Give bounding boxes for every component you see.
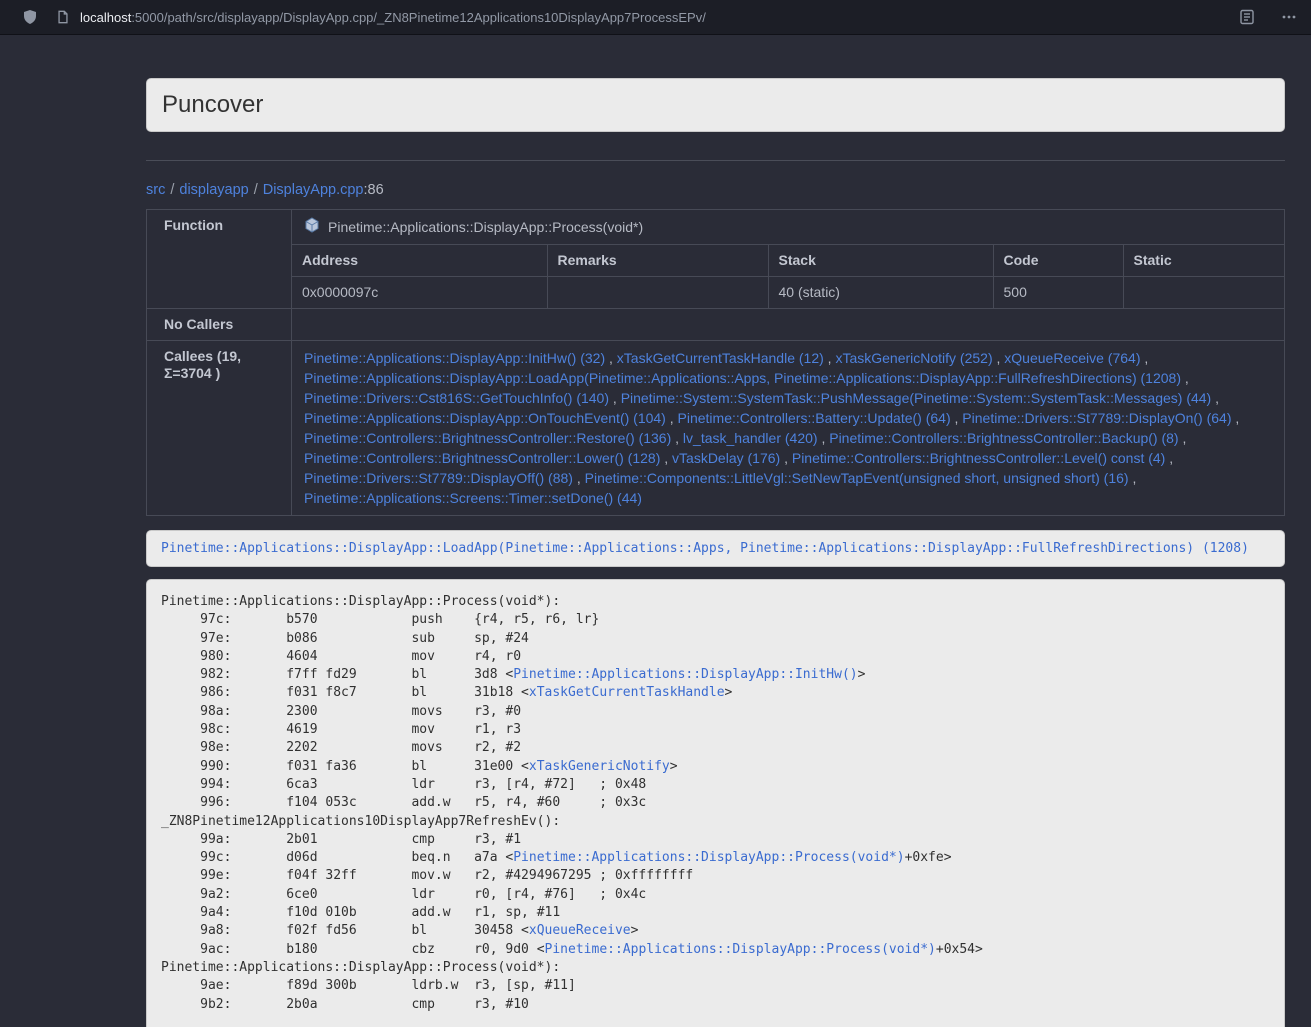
- callee-link[interactable]: Pinetime::Applications::Screens::Timer::…: [304, 490, 642, 506]
- asm-symbol-link[interactable]: xTaskGetCurrentTaskHandle: [529, 685, 725, 700]
- column-header-code: Code: [993, 245, 1123, 277]
- callee-link[interactable]: Pinetime::Components::LittleVgl::SetNewT…: [585, 470, 1129, 486]
- url-path: :5000/path/src/displayapp/DisplayApp.cpp…: [131, 10, 706, 25]
- url-bar[interactable]: localhost:5000/path/src/displayapp/Displ…: [56, 10, 1239, 25]
- breadcrumb-displayapp-link[interactable]: displayapp: [179, 182, 248, 198]
- cell-code: 500: [993, 277, 1123, 309]
- callee-link[interactable]: Pinetime::Drivers::St7789::DisplayOff() …: [304, 470, 573, 486]
- function-stats-table: Address Remarks Stack Code Static 0x0000…: [292, 244, 1284, 308]
- stats-value-row: 0x0000097c 40 (static) 500: [292, 277, 1284, 309]
- highlighted-symbol-link[interactable]: Pinetime::Applications::DisplayApp::Load…: [161, 541, 1249, 556]
- cell-address: 0x0000097c: [292, 277, 547, 309]
- callee-link[interactable]: lv_task_handler (420): [683, 430, 818, 446]
- callee-link[interactable]: Pinetime::Drivers::St7789::DisplayOn() (…: [962, 410, 1231, 426]
- function-symbol-line: Pinetime::Applications::DisplayApp::Proc…: [292, 210, 1284, 244]
- callees-label: Callees (19, Σ=3704 ): [147, 341, 292, 516]
- callee-link[interactable]: vTaskDelay (176): [672, 450, 780, 466]
- highlighted-symbol-panel: Pinetime::Applications::DisplayApp::Load…: [146, 530, 1285, 567]
- callee-link[interactable]: Pinetime::System::SystemTask::PushMessag…: [621, 390, 1212, 406]
- callee-link[interactable]: xTaskGetCurrentTaskHandle (12): [617, 350, 824, 366]
- function-row: Function Pinetime::Applications::Display…: [147, 210, 1285, 309]
- callee-link[interactable]: Pinetime::Applications::DisplayApp::Init…: [304, 350, 605, 366]
- function-symbol: Pinetime::Applications::DisplayApp::Proc…: [328, 219, 643, 236]
- callee-link[interactable]: xTaskGenericNotify (252): [835, 350, 992, 366]
- toolbar-actions: [1239, 9, 1297, 25]
- breadcrumb-separator: /: [170, 182, 174, 198]
- reader-mode-icon[interactable]: [1239, 9, 1255, 25]
- browser-toolbar: localhost:5000/path/src/displayapp/Displ…: [0, 0, 1311, 35]
- asm-symbol-link[interactable]: xQueueReceive: [529, 923, 631, 938]
- function-row-label: Function: [147, 210, 292, 309]
- asm-symbol-link[interactable]: Pinetime::Applications::DisplayApp::Proc…: [513, 850, 904, 865]
- callee-link[interactable]: Pinetime::Controllers::BrightnessControl…: [304, 430, 671, 446]
- stats-header-row: Address Remarks Stack Code Static: [292, 245, 1284, 277]
- callee-link[interactable]: Pinetime::Controllers::BrightnessControl…: [792, 450, 1165, 466]
- url-host: localhost: [80, 10, 131, 25]
- breadcrumb-separator: /: [254, 182, 258, 198]
- breadcrumb-line-number: :86: [363, 182, 383, 198]
- callers-cell: [292, 309, 1285, 341]
- disassembly-panel: Pinetime::Applications::DisplayApp::Proc…: [146, 579, 1285, 1027]
- cell-stack: 40 (static): [768, 277, 993, 309]
- disassembly-code: Pinetime::Applications::DisplayApp::Proc…: [161, 593, 1270, 1014]
- column-header-address: Address: [292, 245, 547, 277]
- callee-link[interactable]: Pinetime::Controllers::Battery::Update()…: [678, 410, 951, 426]
- symbol-table: Function Pinetime::Applications::Display…: [146, 209, 1285, 516]
- callee-link[interactable]: xQueueReceive (764): [1004, 350, 1140, 366]
- callees-row: Callees (19, Σ=3704 ) Pinetime::Applicat…: [147, 341, 1285, 516]
- callee-link[interactable]: Pinetime::Applications::DisplayApp::OnTo…: [304, 410, 666, 426]
- callees-list: Pinetime::Applications::DisplayApp::Init…: [292, 341, 1285, 516]
- breadcrumb-file-link[interactable]: DisplayApp.cpp: [263, 182, 364, 198]
- asm-symbol-link[interactable]: Pinetime::Applications::DisplayApp::Init…: [513, 667, 857, 682]
- column-header-static: Static: [1123, 245, 1284, 277]
- callee-link[interactable]: Pinetime::Drivers::Cst816S::GetTouchInfo…: [304, 390, 609, 406]
- cell-remarks: [547, 277, 768, 309]
- callers-row: No Callers: [147, 309, 1285, 341]
- menu-kebab-icon[interactable]: [1281, 9, 1297, 25]
- divider: [146, 160, 1285, 161]
- column-header-stack: Stack: [768, 245, 993, 277]
- app-header-panel: Puncover: [146, 78, 1285, 132]
- callee-link[interactable]: Pinetime::Controllers::BrightnessControl…: [829, 430, 1178, 446]
- asm-symbol-link[interactable]: Pinetime::Applications::DisplayApp::Proc…: [545, 942, 936, 957]
- app-title: Puncover: [162, 92, 1269, 118]
- no-callers-label: No Callers: [147, 309, 292, 341]
- callee-link[interactable]: Pinetime::Controllers::BrightnessControl…: [304, 450, 660, 466]
- breadcrumb-src-link[interactable]: src: [146, 182, 165, 198]
- page-info-icon[interactable]: [56, 10, 70, 24]
- callee-link[interactable]: Pinetime::Applications::DisplayApp::Load…: [304, 370, 1181, 386]
- cell-static: [1123, 277, 1284, 309]
- page-content: Puncover src / displayapp / DisplayApp.cpp:8…: [0, 35, 1311, 1027]
- asm-symbol-link[interactable]: xTaskGenericNotify: [529, 759, 670, 774]
- tracking-shield-icon[interactable]: [22, 9, 38, 25]
- breadcrumb: src / displayapp / DisplayApp.cpp:86: [146, 181, 1285, 199]
- function-cube-icon: [304, 217, 320, 237]
- column-header-remarks: Remarks: [547, 245, 768, 277]
- url-text: localhost:5000/path/src/displayapp/Displ…: [80, 10, 706, 25]
